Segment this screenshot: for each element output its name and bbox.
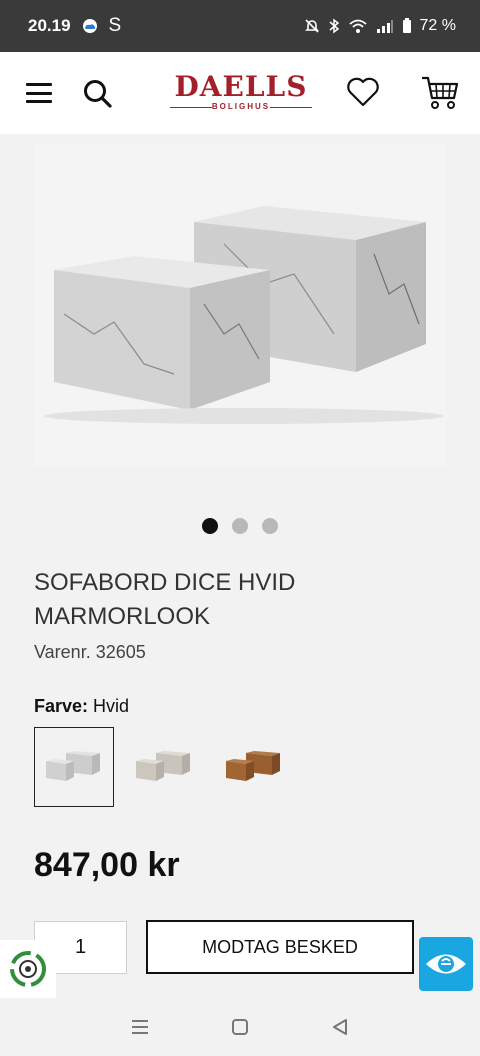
product-title: SOFABORD DICE HVID MARMORLOOK — [34, 569, 296, 630]
gallery-pagination — [0, 518, 480, 534]
product-sku: Varenr. 32605 — [34, 642, 146, 662]
status-time: 20.19 — [28, 16, 71, 35]
signal-icon — [376, 20, 393, 33]
site-logo[interactable]: DAELLS BOLIGHUS — [166, 72, 316, 116]
brown-rust-cube-icon — [226, 751, 280, 781]
color-selector-label: Farve: Hvid — [34, 696, 129, 717]
white-marble-cube-icon — [46, 751, 100, 781]
menu-icon[interactable] — [26, 83, 52, 103]
product-price: 847,00 kr — [34, 846, 180, 884]
notify-me-button[interactable]: MODTAG BESKED — [146, 920, 414, 974]
logo-main-text: DAELLS — [174, 70, 308, 103]
swatch-brown-rust[interactable] — [214, 727, 294, 807]
recycle-icon — [10, 951, 46, 987]
color-label: Farve: — [34, 696, 89, 716]
gallery-dot-3[interactable] — [262, 518, 278, 534]
grey-concrete-cube-icon — [136, 751, 190, 781]
site-header: DAELLS BOLIGHUS — [0, 52, 480, 134]
battery-percent: 72 % — [419, 17, 456, 34]
swatch-grey-concrete[interactable] — [124, 727, 204, 807]
e-maerket-badge[interactable] — [419, 937, 473, 991]
status-bar: 20.19 S 72 % — [0, 0, 480, 52]
eco-badge[interactable] — [0, 940, 56, 998]
gallery-dot-2[interactable] — [232, 518, 248, 534]
wishlist-heart-icon[interactable] — [346, 76, 380, 108]
back-icon[interactable] — [330, 1017, 350, 1037]
recent-apps-icon[interactable] — [130, 1018, 150, 1036]
bluetooth-icon — [329, 18, 339, 34]
system-nav-bar — [0, 998, 480, 1056]
battery-icon — [402, 18, 411, 33]
wifi-icon — [348, 19, 367, 33]
logo-sub-text: BOLIGHUS — [166, 102, 316, 111]
mute-icon — [304, 19, 319, 33]
home-icon[interactable] — [230, 1017, 250, 1037]
search-icon[interactable] — [82, 78, 112, 108]
product-image[interactable] — [34, 144, 446, 466]
color-swatches — [34, 727, 294, 807]
eye-icon — [426, 954, 466, 974]
cart-icon[interactable] — [420, 74, 460, 112]
swatch-white-marble[interactable] — [34, 727, 114, 807]
product-gallery[interactable] — [0, 134, 480, 504]
gallery-dot-1[interactable] — [202, 518, 218, 534]
status-carrier-letter: S — [108, 15, 122, 36]
color-value: Hvid — [93, 696, 130, 716]
cloud-icon — [82, 19, 97, 33]
